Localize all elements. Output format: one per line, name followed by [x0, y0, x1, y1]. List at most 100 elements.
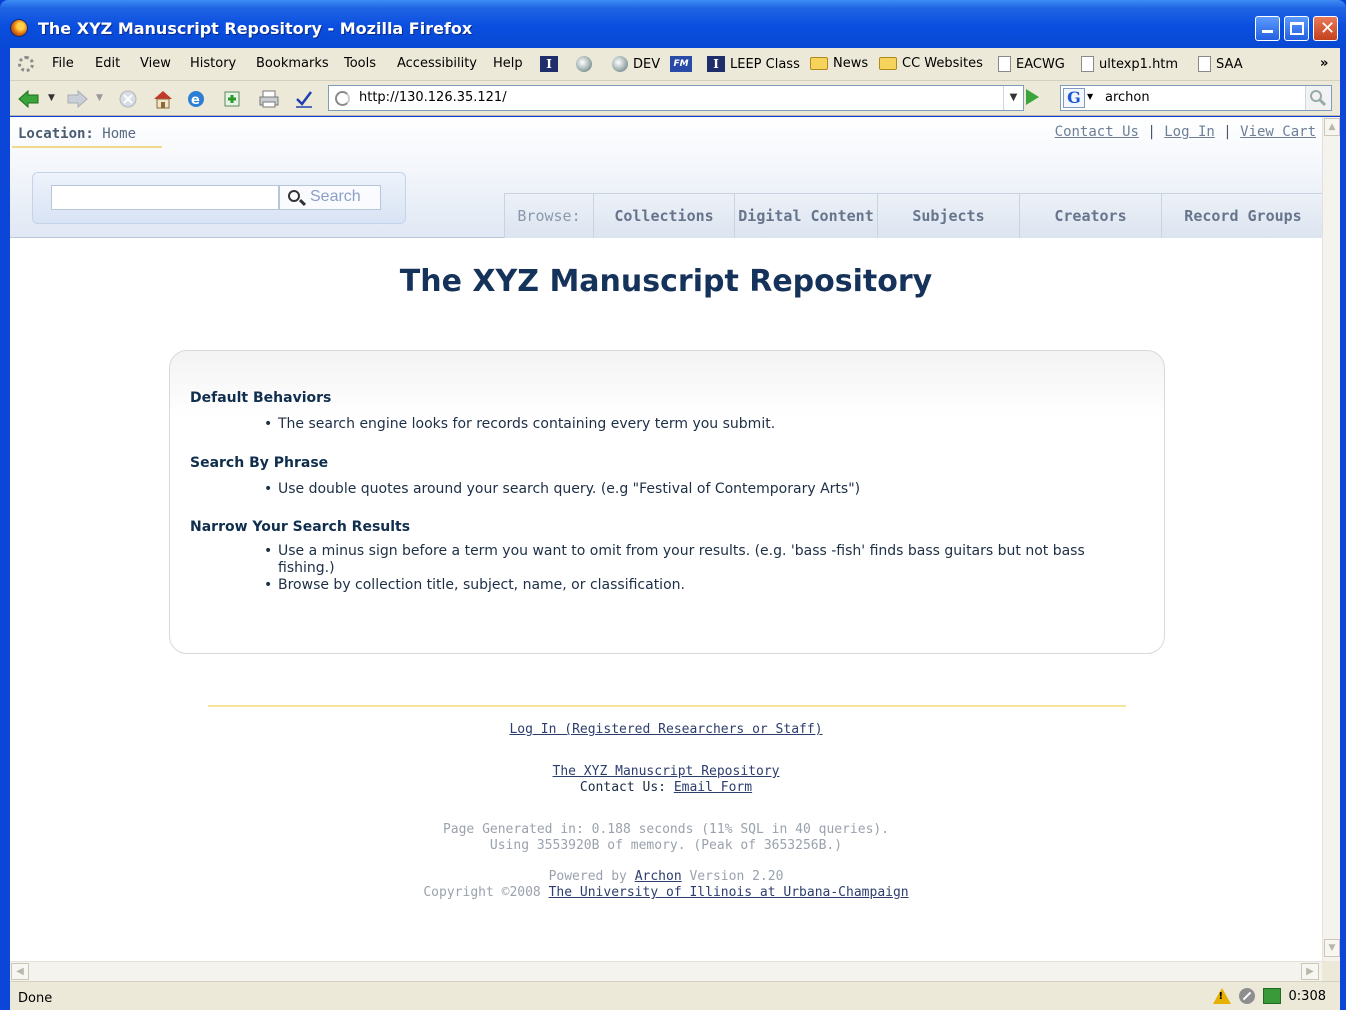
help-list-item: • Use a minus sign before a term you want…: [264, 543, 1085, 576]
page-title: The XYZ Manuscript Repository: [399, 264, 933, 299]
window-titlebar[interactable]: The XYZ Manuscript Repository - Mozilla …: [0, 0, 1346, 48]
url-bar[interactable]: http://130.126.35.121/ ▼: [328, 85, 1024, 111]
add-page-icon: [224, 91, 240, 107]
blocked-icon[interactable]: [1238, 988, 1255, 1004]
bookmark-saa[interactable]: SAA: [1198, 56, 1243, 72]
scroll-right-button[interactable]: ▶: [1301, 963, 1319, 980]
search-icon: [1310, 90, 1327, 107]
tab-digital-content[interactable]: Digital Content: [734, 194, 877, 238]
help-heading: Search By Phrase: [190, 455, 329, 471]
location-breadcrumb: Location: Home: [18, 126, 136, 142]
scroll-left-button[interactable]: ◀: [11, 963, 29, 980]
bookmark-label: EACWG: [1016, 56, 1065, 72]
url-text: http://130.126.35.121/: [359, 90, 507, 105]
site-identity-icon: [335, 91, 350, 106]
menubar: File Edit View History Bookmarks Tools A…: [10, 48, 1340, 81]
site-search-input[interactable]: [51, 185, 279, 210]
forward-dropdown-icon[interactable]: ▼: [96, 93, 116, 113]
university-link[interactable]: The University of Illinois at Urbana-Cha…: [549, 885, 909, 900]
bookmark-leep-class[interactable]: I LEEP Class: [707, 56, 800, 72]
bookmark-news[interactable]: News: [810, 56, 868, 71]
print-button[interactable]: [258, 89, 279, 109]
location-home: Home: [102, 126, 137, 142]
web-search-text: archon: [1105, 90, 1150, 105]
site-search-button[interactable]: Search: [279, 185, 381, 210]
horizontal-scrollbar[interactable]: ◀ ▶: [10, 961, 1322, 981]
contact-us-link[interactable]: Contact Us: [1055, 124, 1139, 140]
bookmark-illini-1[interactable]: I: [540, 56, 558, 72]
back-arrow-icon: [18, 89, 39, 109]
back-dropdown-icon[interactable]: ▼: [48, 93, 68, 113]
menu-accessibility[interactable]: Accessibility: [397, 56, 477, 71]
location-underline: [12, 146, 162, 148]
scroll-up-button[interactable]: ▲: [1324, 118, 1340, 136]
menu-bookmarks[interactable]: Bookmarks: [256, 56, 329, 71]
minimize-button[interactable]: [1255, 16, 1280, 41]
bookmarks-overflow-button[interactable]: »: [1320, 56, 1328, 71]
page-icon: [1198, 56, 1211, 72]
tab-record-groups[interactable]: Record Groups: [1161, 194, 1322, 238]
google-icon[interactable]: G: [1063, 88, 1085, 108]
warning-icon[interactable]: !: [1212, 988, 1231, 1004]
bookmark-label: DEV: [633, 56, 661, 72]
help-heading: Narrow Your Search Results: [190, 519, 411, 535]
footer-memory-text: Using 3553920B of memory. (Peak of 36532…: [489, 838, 843, 853]
help-list-item: • The search engine looks for records con…: [264, 416, 776, 432]
tab-subjects[interactable]: Subjects: [877, 194, 1019, 238]
bookmark-ultexp1[interactable]: ultexp1.htm: [1081, 56, 1178, 72]
forward-button[interactable]: [66, 89, 88, 109]
menu-history[interactable]: History: [190, 56, 236, 71]
update-icon[interactable]: [1262, 988, 1281, 1004]
tab-collections[interactable]: Collections: [593, 194, 734, 238]
maximize-button[interactable]: [1284, 16, 1309, 41]
log-in-link[interactable]: Log In: [1164, 124, 1215, 140]
bookmark-globe-1[interactable]: [576, 56, 592, 72]
footer-repo-line: The XYZ Manuscript Repository: [10, 764, 1322, 780]
menu-edit[interactable]: Edit: [95, 56, 120, 71]
bookmark-fm[interactable]: FM: [670, 56, 692, 72]
home-button[interactable]: [152, 89, 172, 109]
top-links: Contact Us | Log In | View Cart: [1055, 124, 1316, 140]
menu-tools[interactable]: Tools: [344, 56, 376, 71]
ie-view-button[interactable]: e: [186, 89, 206, 109]
spellcheck-button[interactable]: [294, 89, 314, 109]
search-engine-dropdown-icon[interactable]: ▼: [1087, 92, 1093, 101]
footer-email-form-link[interactable]: Email Form: [674, 780, 752, 795]
bookmark-cc-websites[interactable]: CC Websites: [879, 56, 983, 71]
url-history-dropdown[interactable]: ▼: [1003, 86, 1023, 110]
vertical-scrollbar[interactable]: ▲ ▼: [1322, 117, 1340, 961]
close-button[interactable]: ✕: [1313, 16, 1338, 41]
web-search-button[interactable]: [1305, 86, 1331, 110]
footer-powered-line: Powered by Archon Version 2.20: [10, 869, 1322, 885]
back-button[interactable]: [18, 89, 39, 109]
illinois-logo-icon: I: [540, 56, 558, 72]
status-bar: Done ! 0:308: [10, 981, 1340, 1010]
location-label: Location:: [18, 126, 94, 142]
footer-login-link[interactable]: Log In (Registered Researchers or Staff): [509, 722, 822, 737]
archon-link[interactable]: Archon: [635, 869, 682, 884]
help-heading: Default Behaviors: [190, 390, 332, 406]
menu-view[interactable]: View: [140, 56, 171, 71]
stop-button[interactable]: [118, 89, 138, 109]
bookmark-dev[interactable]: DEV: [612, 56, 660, 72]
status-timer: 0:308: [1288, 988, 1326, 1004]
footer-contact-line: Contact Us: Email Form: [10, 780, 1322, 796]
tab-creators[interactable]: Creators: [1019, 194, 1161, 238]
illinois-logo-icon: I: [707, 56, 725, 72]
bookmark-eacwg[interactable]: EACWG: [998, 56, 1065, 72]
footer-copyright-prefix: Copyright ©2008: [423, 885, 541, 900]
footer-powered-suffix: Version 2.20: [689, 869, 784, 884]
menu-file[interactable]: File: [52, 56, 74, 71]
footer-powered-prefix: Powered by: [548, 869, 627, 884]
new-tab-button[interactable]: [222, 89, 242, 109]
web-search-box[interactable]: G ▼ archon: [1060, 85, 1332, 111]
footer-repository-link[interactable]: The XYZ Manuscript Repository: [553, 764, 780, 779]
scroll-down-button[interactable]: ▼: [1324, 939, 1340, 957]
scrollbar-corner: [1322, 961, 1340, 981]
forward-arrow-icon: [67, 89, 88, 109]
menu-help[interactable]: Help: [493, 56, 523, 71]
go-button[interactable]: [1026, 89, 1039, 105]
browse-label: Browse:: [505, 194, 593, 238]
view-cart-link[interactable]: View Cart: [1240, 124, 1316, 140]
window-frame-right: [1340, 48, 1346, 1010]
